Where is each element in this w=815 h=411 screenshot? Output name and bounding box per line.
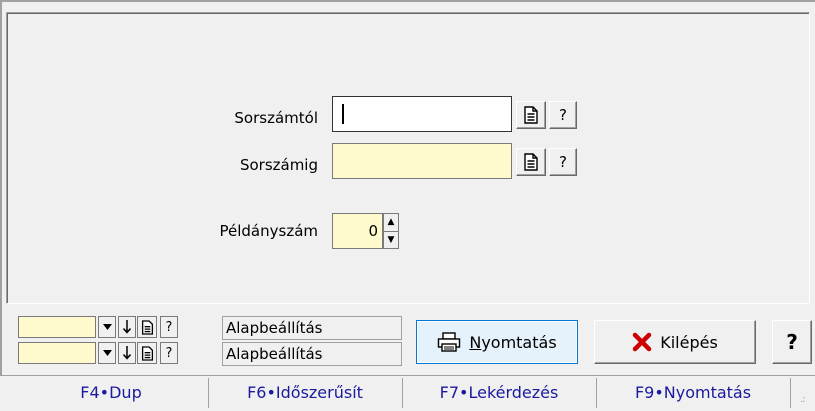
filter-2-document-icon[interactable] <box>137 342 157 364</box>
to-label: Sorszámig <box>239 156 318 174</box>
help-button[interactable]: ? <box>772 320 812 364</box>
print-label: Nyomtatás <box>469 332 557 352</box>
exit-label: Kilépés <box>660 332 718 352</box>
filter-1-arrow-down-icon[interactable] <box>118 316 136 338</box>
copies-value: 0 <box>368 222 378 240</box>
copies-label: Példányszám <box>219 222 319 240</box>
to-lookup-button[interactable] <box>516 148 546 176</box>
window-border-left <box>0 0 2 411</box>
fkey-f9[interactable]: F9•Nyomtatás <box>596 378 790 408</box>
fkey-f7[interactable]: F7•Lekérdezés <box>402 378 596 408</box>
fkey-f4[interactable]: F4•Dup <box>14 378 208 408</box>
filter-2-dropdown-icon[interactable] <box>98 342 116 364</box>
copies-spinner[interactable]: ▲ ▼ <box>383 213 399 249</box>
filter-2-arrow-down-icon[interactable] <box>118 342 136 364</box>
copies-input[interactable]: 0 <box>332 213 383 249</box>
printer-icon <box>437 332 461 352</box>
from-help-button[interactable]: ? <box>549 101 577 129</box>
filter-2-help-button[interactable]: ? <box>160 342 178 364</box>
to-help-button[interactable]: ? <box>549 148 577 176</box>
help-icon: ? <box>559 105 567 124</box>
exit-button[interactable]: Kilépés <box>594 320 756 364</box>
text-cursor <box>342 104 344 124</box>
document-icon <box>523 106 539 124</box>
filter-1-help-button[interactable]: ? <box>160 316 178 338</box>
help-icon: ? <box>786 330 798 354</box>
help-icon: ? <box>559 152 567 171</box>
filter-1-preset[interactable]: Alapbeállítás <box>222 316 402 340</box>
resize-grip-icon[interactable]: .: <box>800 394 805 405</box>
filter-1-input[interactable] <box>18 316 96 338</box>
window-border-top <box>0 0 815 2</box>
print-button[interactable]: Nyomtatás <box>416 320 578 364</box>
fkey-separator <box>790 378 791 408</box>
filter-1-document-icon[interactable] <box>137 316 157 338</box>
spin-up-icon[interactable]: ▲ <box>384 214 398 231</box>
from-serial-input[interactable] <box>332 96 512 132</box>
from-label: Sorszámtól <box>234 109 318 127</box>
filter-2-input[interactable] <box>18 342 96 364</box>
filter-2-preset[interactable]: Alapbeállítás <box>222 342 402 366</box>
fkey-f6[interactable]: F6•Időszerűsít <box>208 378 402 408</box>
filter-1-dropdown-icon[interactable] <box>98 316 116 338</box>
document-icon <box>523 153 539 171</box>
x-icon <box>632 332 652 352</box>
from-lookup-button[interactable] <box>516 101 546 129</box>
to-serial-input[interactable] <box>332 143 512 179</box>
spin-down-icon[interactable]: ▼ <box>384 230 398 249</box>
